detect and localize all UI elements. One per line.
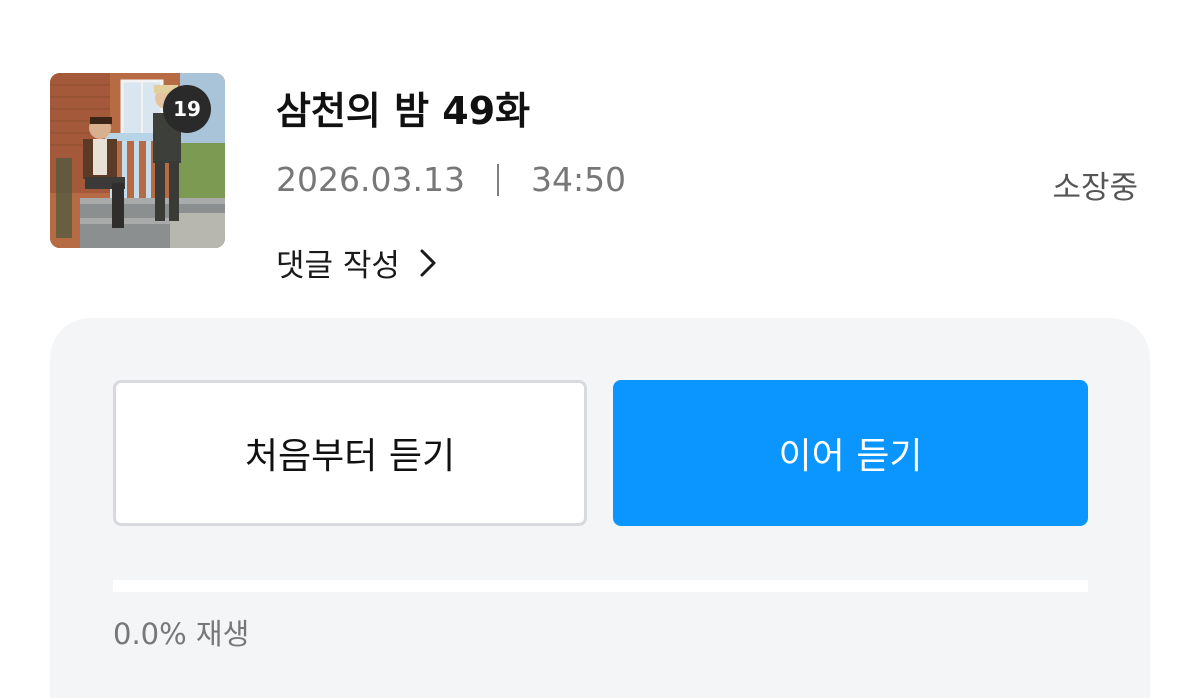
- play-from-start-button[interactable]: 처음부터 듣기: [113, 380, 587, 526]
- age-rating-value: 19: [173, 97, 201, 121]
- episode-meta: 2026.03.13 34:50: [276, 160, 626, 199]
- age-rating-badge: 19: [163, 85, 211, 133]
- meta-divider: [496, 163, 499, 196]
- play-from-start-label: 처음부터 듣기: [244, 436, 456, 477]
- write-comment-link[interactable]: 댓글 작성: [276, 240, 436, 285]
- ownership-status: 소장중: [1052, 170, 1138, 206]
- episode-title: 삼천의 밤 49화: [276, 89, 531, 133]
- continue-listening-label: 이어 듣기: [778, 436, 923, 477]
- playback-progress-bar: [113, 580, 1088, 592]
- write-comment-label: 댓글 작성: [276, 248, 400, 284]
- chevron-right-icon: [420, 249, 436, 277]
- playback-progress-label: 0.0% 재생: [113, 617, 250, 651]
- release-date: 2026.03.13: [276, 160, 465, 199]
- episode-duration: 34:50: [530, 160, 627, 199]
- continue-listening-button[interactable]: 이어 듣기: [613, 380, 1088, 526]
